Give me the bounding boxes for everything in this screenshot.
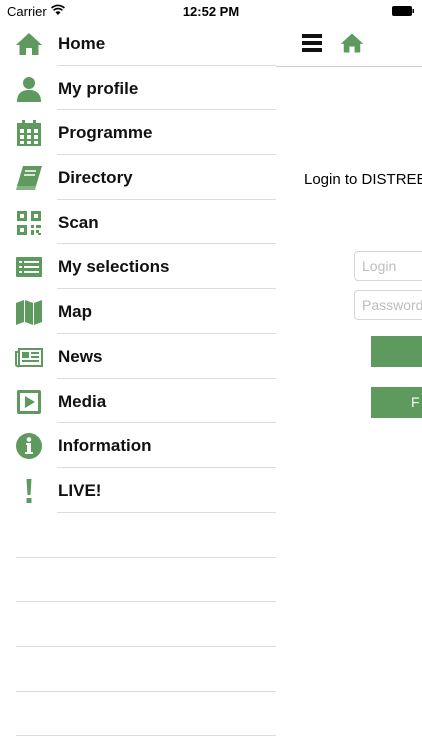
empty-menu-area	[0, 513, 276, 737]
list-icon	[14, 252, 44, 282]
empty-row	[0, 647, 276, 692]
menu-item-programme[interactable]: Programme	[0, 110, 276, 156]
qr-code-icon	[14, 208, 44, 238]
home-icon[interactable]	[339, 30, 365, 56]
menu-item-label: News	[58, 346, 103, 366]
menu-item-my-profile[interactable]: My profile	[0, 66, 276, 111]
empty-row	[0, 602, 276, 648]
person-icon	[14, 74, 44, 104]
empty-row	[0, 558, 276, 603]
menu-item-map[interactable]: Map	[0, 289, 276, 334]
calendar-icon	[14, 118, 44, 148]
menu-item-live[interactable]: LIVE!	[0, 468, 276, 513]
play-icon	[14, 387, 44, 417]
menu-item-label: Home	[58, 34, 106, 53]
status-time: 12:52 PM	[182, 4, 240, 19]
menu-item-label: Programme	[58, 123, 153, 143]
password-field[interactable]: Password	[354, 290, 422, 320]
menu-item-information[interactable]: Information	[0, 423, 276, 468]
info-icon	[14, 431, 44, 461]
menu-item-label: Scan	[58, 212, 99, 232]
menu-item-label: My selections	[58, 257, 170, 277]
login-title: Login to DISTREE	[304, 171, 422, 188]
menu-item-label: LIVE!	[58, 480, 102, 500]
map-icon	[14, 297, 44, 327]
menu-item-label: Media	[58, 391, 107, 411]
menu-item-news[interactable]: News	[0, 334, 276, 379]
main-content: Login to DISTREE Login Password F	[276, 0, 422, 750]
menu-item-scan[interactable]: Scan	[0, 200, 276, 245]
menu-item-my-selections[interactable]: My selections	[0, 244, 276, 290]
exclamation-icon	[14, 476, 44, 506]
divider	[16, 735, 276, 737]
newspaper-icon	[14, 342, 44, 372]
home-icon	[14, 29, 44, 59]
menu-item-label: My profile	[58, 78, 139, 98]
menu-item-label: Directory	[58, 168, 133, 188]
secondary-button-label: F	[411, 394, 420, 410]
book-icon	[14, 163, 44, 193]
password-placeholder: Password	[362, 297, 422, 313]
menu-item-directory[interactable]: Directory	[0, 155, 276, 200]
side-menu: Home My profile Programme Directory Scan…	[0, 21, 276, 513]
empty-row	[0, 513, 276, 558]
nav-bar	[276, 22, 422, 67]
battery-icon	[392, 6, 414, 16]
menu-item-label: Information	[58, 436, 152, 456]
hamburger-menu-icon[interactable]	[302, 34, 322, 52]
login-button[interactable]	[371, 336, 422, 367]
menu-item-media[interactable]: Media	[0, 379, 276, 424]
menu-item-home[interactable]: Home	[0, 21, 276, 66]
status-bar: Carrier 12:52 PM	[0, 0, 422, 22]
login-placeholder: Login	[362, 258, 397, 274]
empty-row	[0, 692, 276, 737]
login-field[interactable]: Login	[354, 251, 422, 281]
secondary-button[interactable]: F	[371, 387, 422, 418]
menu-item-label: Map	[58, 302, 92, 322]
